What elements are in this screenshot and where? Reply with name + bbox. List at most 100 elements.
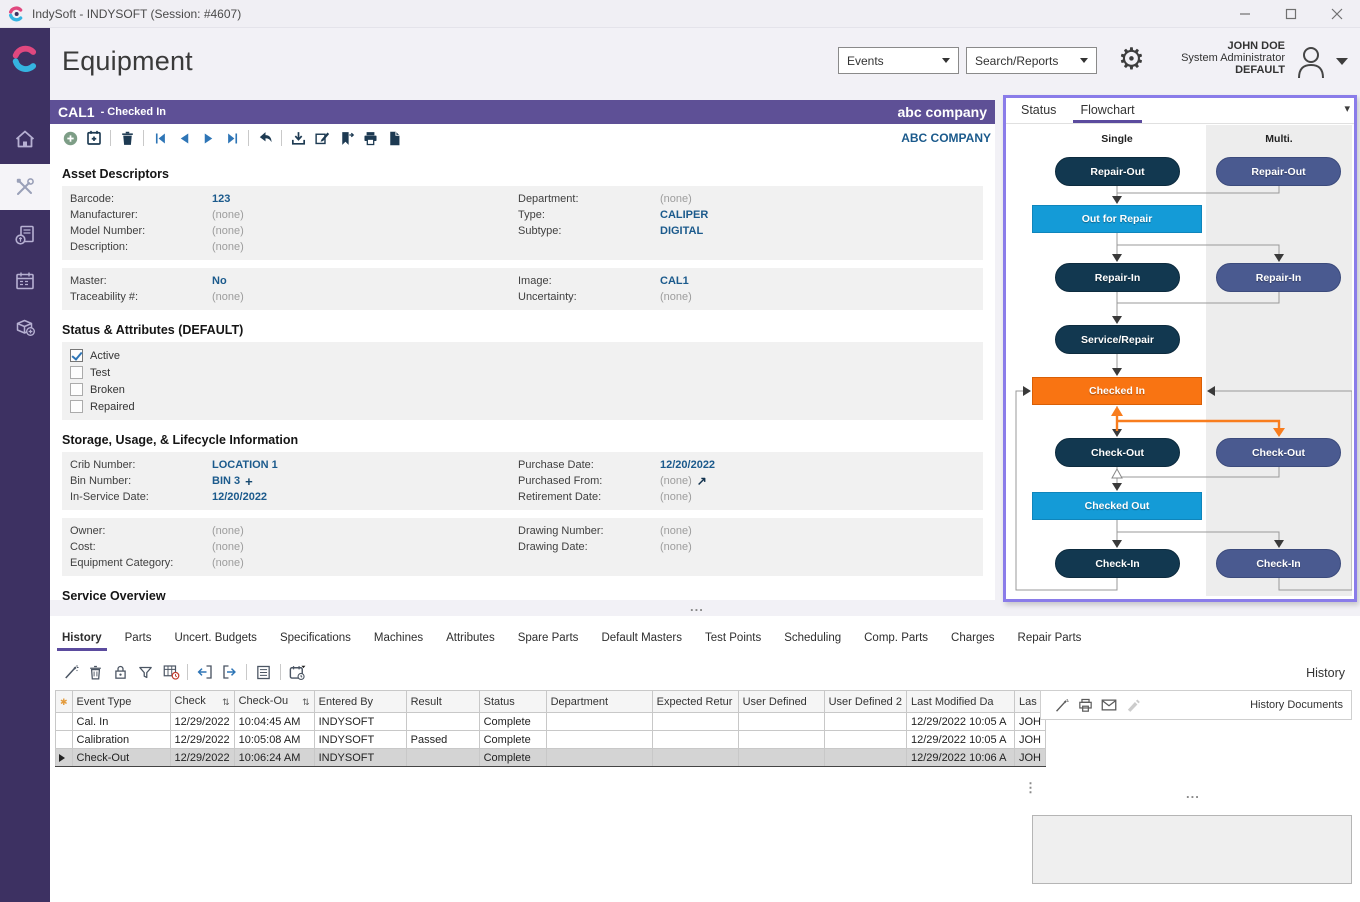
column-header-status[interactable]: Status — [479, 691, 546, 713]
lock-button[interactable] — [108, 661, 133, 683]
check-out-arrow-button[interactable] — [217, 661, 242, 683]
user-menu-chevron-icon[interactable] — [1336, 58, 1348, 65]
add-record-button[interactable] — [58, 127, 82, 149]
flow-node-out-for-repair[interactable]: Out for Repair — [1032, 205, 1202, 233]
flow-node-checked-in-current[interactable]: Checked In — [1032, 377, 1202, 405]
settings-gear-icon[interactable]: ⚙ — [1118, 42, 1145, 78]
details-list-button[interactable] — [251, 661, 276, 683]
flow-node-check-in-multi[interactable]: Check-In — [1216, 549, 1341, 578]
add-bin-icon[interactable]: + — [245, 474, 253, 489]
master-value[interactable]: No — [212, 275, 227, 287]
tab-parts[interactable]: Parts — [125, 632, 152, 651]
filter-button[interactable] — [133, 661, 158, 683]
flow-node-service-repair[interactable]: Service/Repair — [1055, 325, 1180, 354]
flow-node-repair-out-multi[interactable]: Repair-Out — [1216, 157, 1341, 186]
flow-node-check-out-single[interactable]: Check-Out — [1055, 438, 1180, 467]
column-header-user-defined-2[interactable]: User Defined 2 — [824, 691, 906, 713]
document-button[interactable] — [382, 127, 406, 149]
events-dropdown[interactable]: Events — [838, 47, 959, 74]
edit-wand-button[interactable] — [1049, 694, 1073, 716]
column-header-last-modified-date[interactable]: Last Modified Da — [906, 691, 1014, 713]
tab-charges[interactable]: Charges — [951, 632, 994, 651]
tab-flowchart[interactable]: Flowchart — [1075, 103, 1139, 123]
checkbox-repaired[interactable]: Repaired — [70, 398, 975, 415]
column-header-check-out[interactable]: Check-Ou⇅ — [234, 691, 314, 713]
sidebar-item-costs[interactable] — [0, 212, 50, 258]
panel-collapse-icon[interactable]: ▾ — [1344, 102, 1350, 115]
column-header-department[interactable]: Department — [546, 691, 652, 713]
barcode-value[interactable]: 123 — [212, 193, 230, 205]
tab-uncert-budgets[interactable]: Uncert. Budgets — [174, 632, 256, 651]
checkbox-box[interactable] — [70, 383, 83, 396]
column-header-event-type[interactable]: Event Type — [72, 691, 170, 713]
close-button[interactable] — [1314, 0, 1360, 27]
checkbox-test[interactable]: Test — [70, 364, 975, 381]
search-reports-dropdown[interactable]: Search/Reports — [966, 47, 1097, 74]
sidebar-item-equipment[interactable] — [0, 164, 50, 210]
checkbox-box[interactable] — [70, 400, 83, 413]
tab-status[interactable]: Status — [1016, 103, 1061, 123]
history-documents-area[interactable] — [1032, 815, 1352, 884]
schedule-event-button[interactable] — [82, 127, 106, 149]
maximize-button[interactable] — [1268, 0, 1314, 27]
next-record-button[interactable] — [196, 127, 220, 149]
delete-record-button[interactable] — [115, 127, 139, 149]
history-row-cal-in[interactable]: Cal. In12/29/202210:04:45 AMINDYSOFTComp… — [56, 713, 1046, 731]
tab-repair-parts[interactable]: Repair Parts — [1018, 632, 1082, 651]
sidebar-item-home[interactable] — [0, 116, 50, 162]
checkbox-broken[interactable]: Broken — [70, 381, 975, 398]
bin-number-value[interactable]: BIN 3 — [212, 475, 240, 487]
in-service-date-value[interactable]: 12/20/2022 — [212, 491, 267, 503]
shortcut-icon[interactable]: ↗ — [697, 474, 707, 488]
delete-row-button[interactable] — [83, 661, 108, 683]
email-button[interactable] — [1097, 694, 1121, 716]
print-button[interactable] — [358, 127, 382, 149]
edit-wand-button[interactable] — [58, 661, 83, 683]
history-row-calibration[interactable]: Calibration12/29/202210:05:08 AMINDYSOFT… — [56, 731, 1046, 749]
scheduled-events-grid-button[interactable] — [158, 661, 183, 683]
flow-node-checked-out[interactable]: Checked Out — [1032, 492, 1202, 520]
flow-node-check-in-single[interactable]: Check-In — [1055, 549, 1180, 578]
undo-button[interactable] — [253, 127, 277, 149]
previous-record-button[interactable] — [172, 127, 196, 149]
checkbox-active[interactable]: Active — [70, 347, 975, 364]
column-header-check[interactable]: Check⇅ — [170, 691, 234, 713]
history-row-check-out[interactable]: Check-Out12/29/202210:06:24 AMINDYSOFTCo… — [56, 749, 1046, 767]
tab-scheduling[interactable]: Scheduling — [784, 632, 841, 651]
column-header-user-defined-1[interactable]: User Defined — [738, 691, 824, 713]
flow-node-repair-in-multi[interactable]: Repair-In — [1216, 263, 1341, 292]
type-value[interactable]: CALIPER — [660, 209, 708, 221]
user-avatar[interactable] — [1292, 42, 1330, 85]
save-download-button[interactable] — [286, 127, 310, 149]
column-header-entered-by[interactable]: Entered By — [314, 691, 406, 713]
purchase-date-value[interactable]: 12/20/2022 — [660, 459, 715, 471]
documents-splitter-handle[interactable]: ... — [1186, 786, 1200, 801]
tab-specifications[interactable]: Specifications — [280, 632, 351, 651]
checkbox-box[interactable] — [70, 366, 83, 379]
tab-default-masters[interactable]: Default Masters — [601, 632, 682, 651]
flow-node-repair-out-single[interactable]: Repair-Out — [1055, 157, 1180, 186]
first-record-button[interactable] — [148, 127, 172, 149]
tab-comp-parts[interactable]: Comp. Parts — [864, 632, 928, 651]
main-splitter-handle[interactable]: ... — [690, 599, 704, 614]
sidebar-item-inventory[interactable] — [0, 304, 50, 350]
flow-node-check-out-multi[interactable]: Check-Out — [1216, 438, 1341, 467]
subtype-value[interactable]: DIGITAL — [660, 225, 703, 237]
tab-attributes[interactable]: Attributes — [446, 632, 495, 651]
company-link[interactable]: ABC COMPANY — [901, 131, 995, 145]
bookmark-flag-button[interactable] — [334, 127, 358, 149]
image-value[interactable]: CAL1 — [660, 275, 689, 287]
crib-number-value[interactable]: LOCATION 1 — [212, 459, 278, 471]
last-record-button[interactable] — [220, 127, 244, 149]
check-in-arrow-button[interactable] — [192, 661, 217, 683]
column-header-result[interactable]: Result — [406, 691, 479, 713]
indicator-column-header[interactable]: ✱ — [56, 691, 73, 713]
edit-record-button[interactable] — [310, 127, 334, 149]
flow-node-repair-in-single[interactable]: Repair-In — [1055, 263, 1180, 292]
vertical-splitter-handle[interactable]: ⋮ — [1024, 780, 1037, 796]
tab-history[interactable]: History — [62, 632, 102, 651]
checkbox-box[interactable] — [70, 349, 83, 362]
sidebar-item-calendar[interactable] — [0, 258, 50, 304]
print-button[interactable] — [1073, 694, 1097, 716]
tab-machines[interactable]: Machines — [374, 632, 423, 651]
